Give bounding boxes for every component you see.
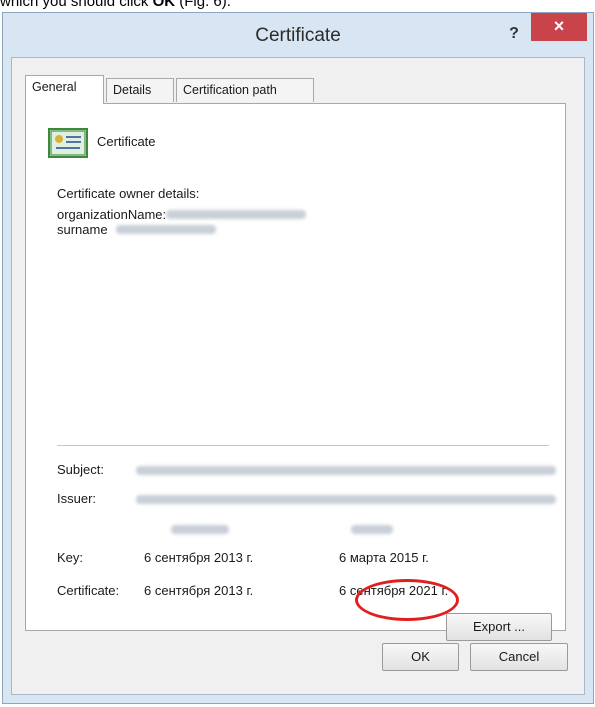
issuer-label: Issuer: — [57, 491, 97, 506]
caption-text: which you should click — [0, 0, 153, 10]
key-label: Key: — [57, 550, 84, 565]
subject-label: Subject: — [57, 462, 104, 477]
key-valid-from: 6 сентября 2013 г. — [144, 550, 254, 565]
ok-highlight-ring — [355, 579, 459, 621]
cancel-button[interactable]: Cancel — [470, 643, 568, 671]
certificate-dialog: Certificate ? × General Details Certific… — [2, 12, 594, 704]
section-divider — [57, 445, 549, 446]
redacted-surname-value — [116, 225, 216, 234]
close-button[interactable]: × — [531, 13, 587, 41]
general-panel: Certificate Certificate owner details: o… — [25, 103, 566, 641]
dialog-client-area: General Details Certification path Certi… — [11, 57, 585, 695]
export-button[interactable]: Export ... — [446, 613, 552, 641]
help-button[interactable]: ? — [503, 25, 525, 45]
tab-certification-path[interactable]: Certification path — [176, 78, 314, 102]
certificate-valid-from: 6 сентября 2013 г. — [144, 583, 254, 598]
certificate-validity-label: Certificate: — [57, 583, 120, 598]
caption-ok-bold: OK — [152, 0, 176, 10]
owner-details-heading: Certificate owner details: — [57, 186, 200, 201]
title-bar: Certificate ? × — [3, 13, 593, 57]
caption-suffix: (Fig. 6). — [175, 0, 231, 10]
surname-label: surname — [57, 222, 108, 237]
key-valid-to: 6 марта 2015 г. — [339, 550, 429, 565]
ok-button[interactable]: OK — [382, 643, 459, 671]
certificate-icon — [48, 128, 88, 158]
tab-general[interactable]: General — [25, 75, 104, 104]
organization-name-label: organizationName: — [57, 207, 167, 222]
redacted-subject-value — [136, 466, 556, 475]
certificate-name: Certificate — [97, 134, 156, 149]
redacted-organization-value — [166, 210, 306, 219]
redacted-valid-from-header — [171, 525, 229, 534]
redacted-valid-to-header — [351, 525, 393, 534]
instruction-caption: which you should click OK (Fig. 6). — [0, 0, 231, 10]
tab-details[interactable]: Details — [106, 78, 174, 102]
redacted-issuer-value — [136, 495, 556, 504]
